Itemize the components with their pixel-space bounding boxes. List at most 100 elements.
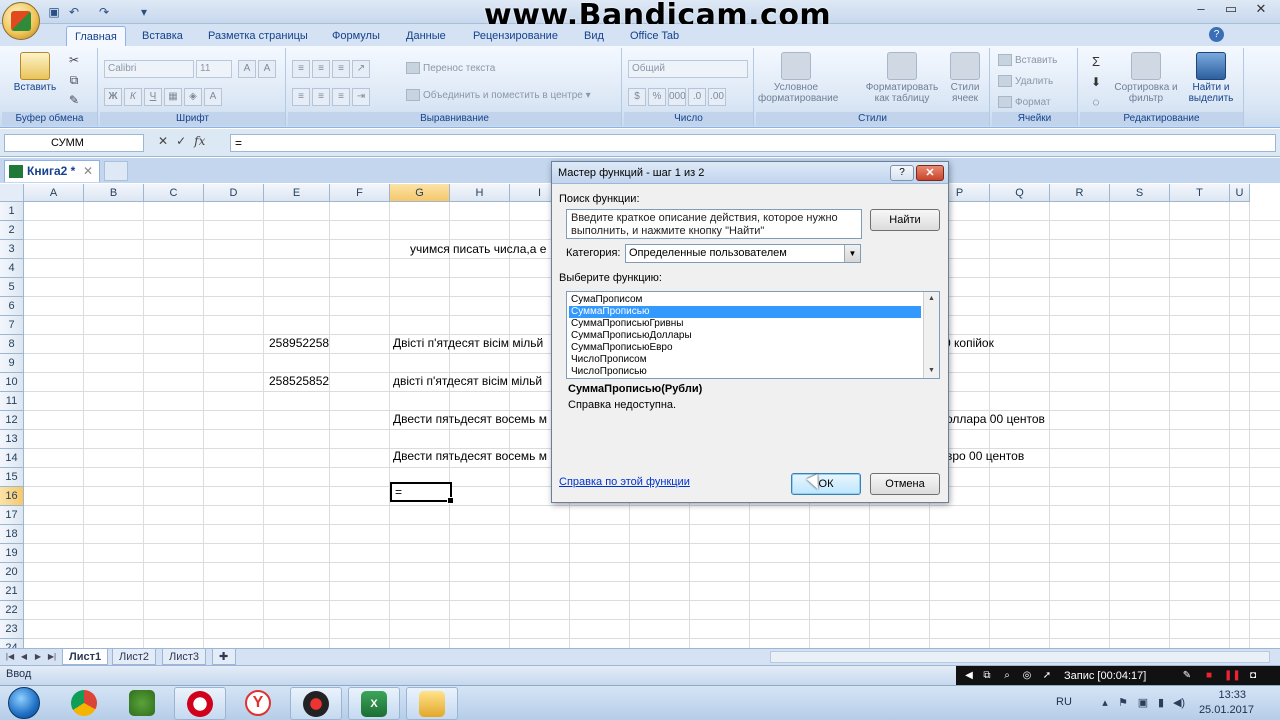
tab-insert[interactable]: Вставка [134,26,191,46]
fill-color-icon[interactable]: ◈ [184,88,202,106]
row-header[interactable]: 12 [0,411,24,430]
font-color-icon[interactable]: A [204,88,222,106]
tab-data[interactable]: Данные [398,26,454,46]
scroll-up-icon[interactable]: ▲ [924,292,939,306]
confirm-entry-icon[interactable]: ✓ [176,134,186,148]
tab-view[interactable]: Вид [576,26,612,46]
function-list[interactable]: СумаПрописом СуммаПрописью СуммаПрописьюГр… [566,291,940,379]
row-header[interactable]: 2 [0,221,24,240]
tab-formulas[interactable]: Формулы [324,26,388,46]
tab-office-tab[interactable]: Office Tab [622,26,687,46]
close-window-icon[interactable]: ✕ [1246,0,1276,20]
function-list-item[interactable]: СумаПрописом [569,294,921,306]
paste-button[interactable]: Вставить [10,52,60,93]
column-header[interactable]: F [330,184,390,202]
prev-sheet-icon[interactable]: ◀ [18,650,30,664]
indent-icon[interactable]: ⇥ [352,88,370,106]
collapse-icon[interactable]: ◀ [962,669,976,683]
new-workbook-tab[interactable] [104,161,128,181]
row-header[interactable]: 16 [0,487,24,506]
column-header[interactable]: U [1230,184,1250,202]
start-button[interactable] [4,686,44,720]
chevron-down-icon[interactable]: ▼ [844,245,860,262]
network-icon[interactable]: ▮ [1154,696,1168,710]
function-help-link[interactable]: Справка по этой функции [559,476,690,488]
row-header[interactable]: 6 [0,297,24,316]
dialog-close-button[interactable]: ✕ [916,165,944,181]
search-function-input[interactable]: Введите краткое описание действия, котор… [566,209,862,239]
horizontal-scrollbar[interactable] [770,651,1270,663]
align-bottom-icon[interactable]: ≡ [332,60,350,78]
category-select[interactable]: Определенные пользователем ▼ [625,244,861,263]
grow-font-icon[interactable]: A [238,60,256,78]
row-header[interactable]: 15 [0,468,24,487]
taskbar-explorer[interactable] [406,687,458,720]
align-middle-icon[interactable]: ≡ [312,60,330,78]
save-icon[interactable]: ▣ [46,4,62,20]
column-header[interactable]: C [144,184,204,202]
thousands-icon[interactable]: 000 [668,88,686,106]
shrink-font-icon[interactable]: A [258,60,276,78]
row-header[interactable]: 10 [0,373,24,392]
row-header[interactable]: 5 [0,278,24,297]
clock-date[interactable]: 25.01.2017 [1199,704,1254,716]
minimize-icon[interactable]: – [1186,0,1216,20]
close-workbook-icon[interactable]: ✕ [83,161,93,181]
insert-sheet-icon[interactable]: ✚ [212,649,236,665]
wrap-text-button[interactable]: Перенос текста [406,62,495,76]
column-header[interactable]: Q [990,184,1050,202]
taskbar-excel[interactable]: X [348,687,400,720]
bold-button[interactable]: Ж [104,88,122,106]
function-list-item[interactable]: ЧислоПрописом [569,354,921,366]
dialog-title[interactable]: Мастер функций - шаг 1 из 2 [552,162,948,184]
copy-icon[interactable]: ⧉ [66,72,82,88]
taskbar-chrome[interactable] [58,687,110,720]
format-as-table-button[interactable]: Форматировать как таблицу [860,52,944,104]
pause-icon[interactable]: ❚❚ [1224,669,1241,683]
taskbar-tree-app[interactable] [116,687,168,720]
taskbar-yandex[interactable]: Y [232,687,284,720]
volume-icon[interactable]: ◀) [1172,696,1186,710]
active-cell-g16[interactable]: = [390,482,454,504]
tray-arrow-icon[interactable]: ▴ [1098,696,1112,710]
pointer-icon[interactable]: ➚ [1040,669,1054,683]
pen-icon[interactable]: ✎ [1180,669,1194,683]
undo-icon[interactable]: ↶ [66,4,82,20]
row-header[interactable]: 11 [0,392,24,411]
customize-qat-icon[interactable]: ▾ [136,4,152,20]
function-list-item[interactable]: СуммаПрописьюЕвро [569,342,921,354]
function-list-item[interactable]: ЧислоПрописью [569,366,921,378]
align-left-icon[interactable]: ≡ [292,88,310,106]
next-sheet-icon[interactable]: ▶ [32,650,44,664]
cut-icon[interactable]: ✂ [66,52,82,68]
orientation-icon[interactable]: ↗ [352,60,370,78]
cell-e8[interactable]: 258952258 [269,334,329,353]
camera-icon[interactable]: ◘ [1246,669,1260,683]
column-header[interactable]: E [264,184,330,202]
row-header[interactable]: 9 [0,354,24,373]
underline-button[interactable]: Ч [144,88,162,106]
device-icon[interactable]: ▣ [1136,696,1150,710]
target-icon[interactable]: ◎ [1020,669,1034,683]
ok-button[interactable]: ОК [791,473,861,495]
column-header[interactable]: T [1170,184,1230,202]
cell-g12[interactable]: Двести пятьдесят восемь м [393,410,547,429]
taskbar-opera[interactable] [174,687,226,720]
office-button[interactable] [2,2,40,40]
clear-icon[interactable]: ◌ [1088,94,1104,110]
cell-g8[interactable]: Двісті п'ятдесят вісім мільй [393,334,543,353]
cell-p12[interactable]: оллара 00 центов [946,410,1045,429]
borders-icon[interactable]: ▦ [164,88,182,106]
percent-icon[interactable]: % [648,88,666,106]
column-header[interactable]: G [390,184,450,202]
row-header[interactable]: 4 [0,259,24,278]
maximize-icon[interactable]: ▭ [1216,0,1246,20]
dialog-help-button[interactable]: ? [890,165,914,181]
row-header[interactable]: 18 [0,525,24,544]
fill-icon[interactable]: ⬇ [1088,74,1104,90]
format-cells-button[interactable]: Формат [998,96,1051,110]
first-sheet-icon[interactable]: |◀ [4,650,16,664]
align-right-icon[interactable]: ≡ [332,88,350,106]
workbook-tab[interactable]: Книга2 * ✕ [4,160,100,182]
record-icon[interactable]: ■ [1202,669,1216,683]
